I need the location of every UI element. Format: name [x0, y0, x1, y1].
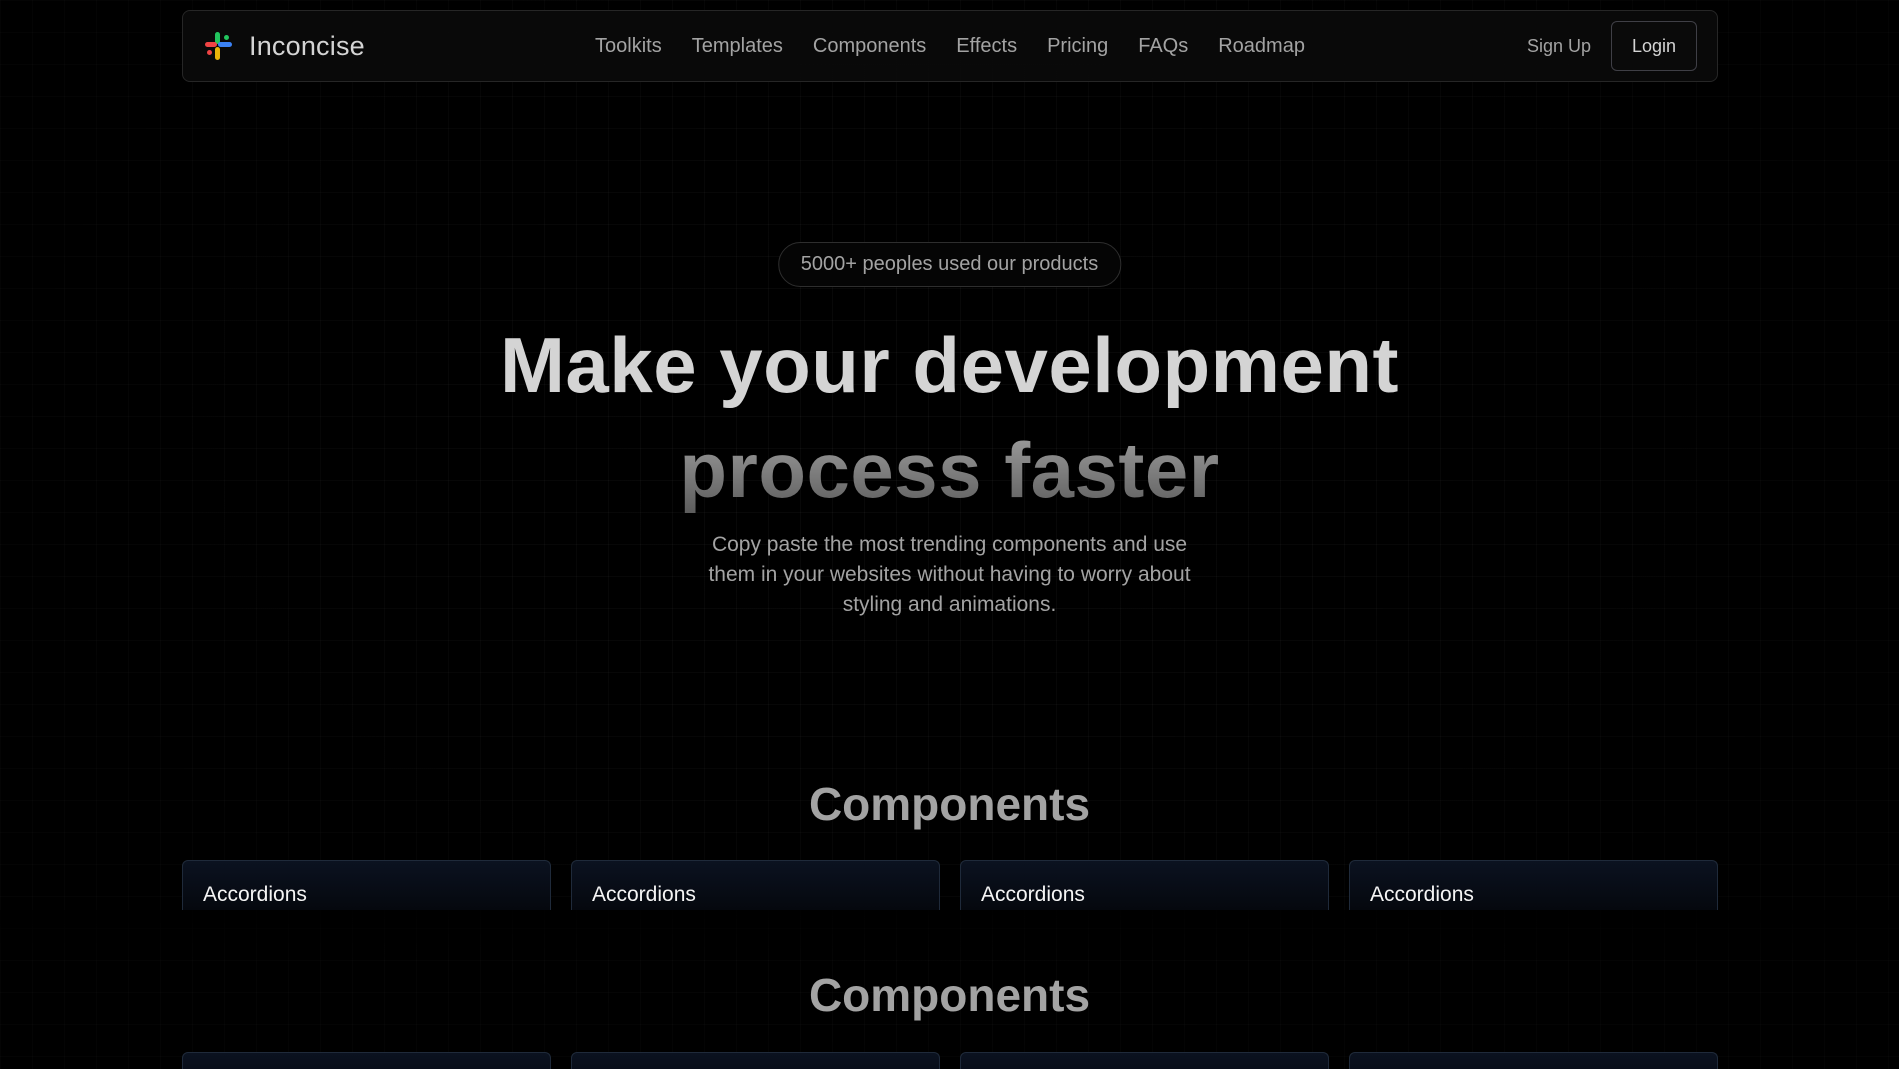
component-card[interactable]: Accordions — [960, 860, 1329, 910]
logo-icon — [205, 32, 232, 60]
component-card[interactable]: Accordions — [1349, 860, 1718, 910]
hero-title-line2: process faster — [0, 425, 1899, 516]
nav-link-pricing[interactable]: Pricing — [1047, 35, 1108, 58]
component-card[interactable]: Accordions — [182, 860, 551, 910]
signup-link[interactable]: Sign Up — [1527, 36, 1591, 57]
nav-link-faqs[interactable]: FAQs — [1138, 35, 1188, 58]
nav-link-roadmap[interactable]: Roadmap — [1218, 35, 1305, 58]
component-card[interactable] — [1349, 1052, 1718, 1069]
section-title-components: Components — [808, 778, 1091, 830]
card-title: Accordions — [592, 883, 696, 906]
section-title-components-2: Components — [808, 969, 1091, 1021]
component-card[interactable]: Accordions — [571, 860, 940, 910]
nav-links: Toolkits Templates Components Effects Pr… — [595, 35, 1305, 58]
section-fade — [0, 910, 1899, 970]
hero-title-line1: Make your development — [499, 321, 1400, 409]
users-badge: 5000+ peoples used our products — [777, 242, 1122, 287]
hero-subtitle: Copy paste the most trending components … — [708, 533, 1191, 616]
card-title: Accordions — [203, 883, 307, 906]
card-title: Accordions — [981, 883, 1085, 906]
top-navbar: Inconcise Toolkits Templates Components … — [182, 10, 1718, 82]
login-button[interactable]: Login — [1611, 21, 1697, 71]
nav-link-components[interactable]: Components — [813, 35, 926, 58]
nav-link-effects[interactable]: Effects — [956, 35, 1017, 58]
components-card-row-2 — [182, 1052, 1718, 1069]
component-card[interactable] — [182, 1052, 551, 1069]
component-card[interactable] — [960, 1052, 1329, 1069]
brand-name: Inconcise — [249, 30, 365, 61]
component-card[interactable] — [571, 1052, 940, 1069]
card-title: Accordions — [1370, 883, 1474, 906]
components-card-row: Accordions Accordions Accordions Accordi… — [182, 860, 1718, 910]
nav-link-toolkits[interactable]: Toolkits — [595, 35, 662, 58]
nav-actions: Sign Up Login — [1527, 21, 1697, 71]
nav-link-templates[interactable]: Templates — [692, 35, 783, 58]
brand[interactable]: Inconcise — [203, 30, 365, 62]
